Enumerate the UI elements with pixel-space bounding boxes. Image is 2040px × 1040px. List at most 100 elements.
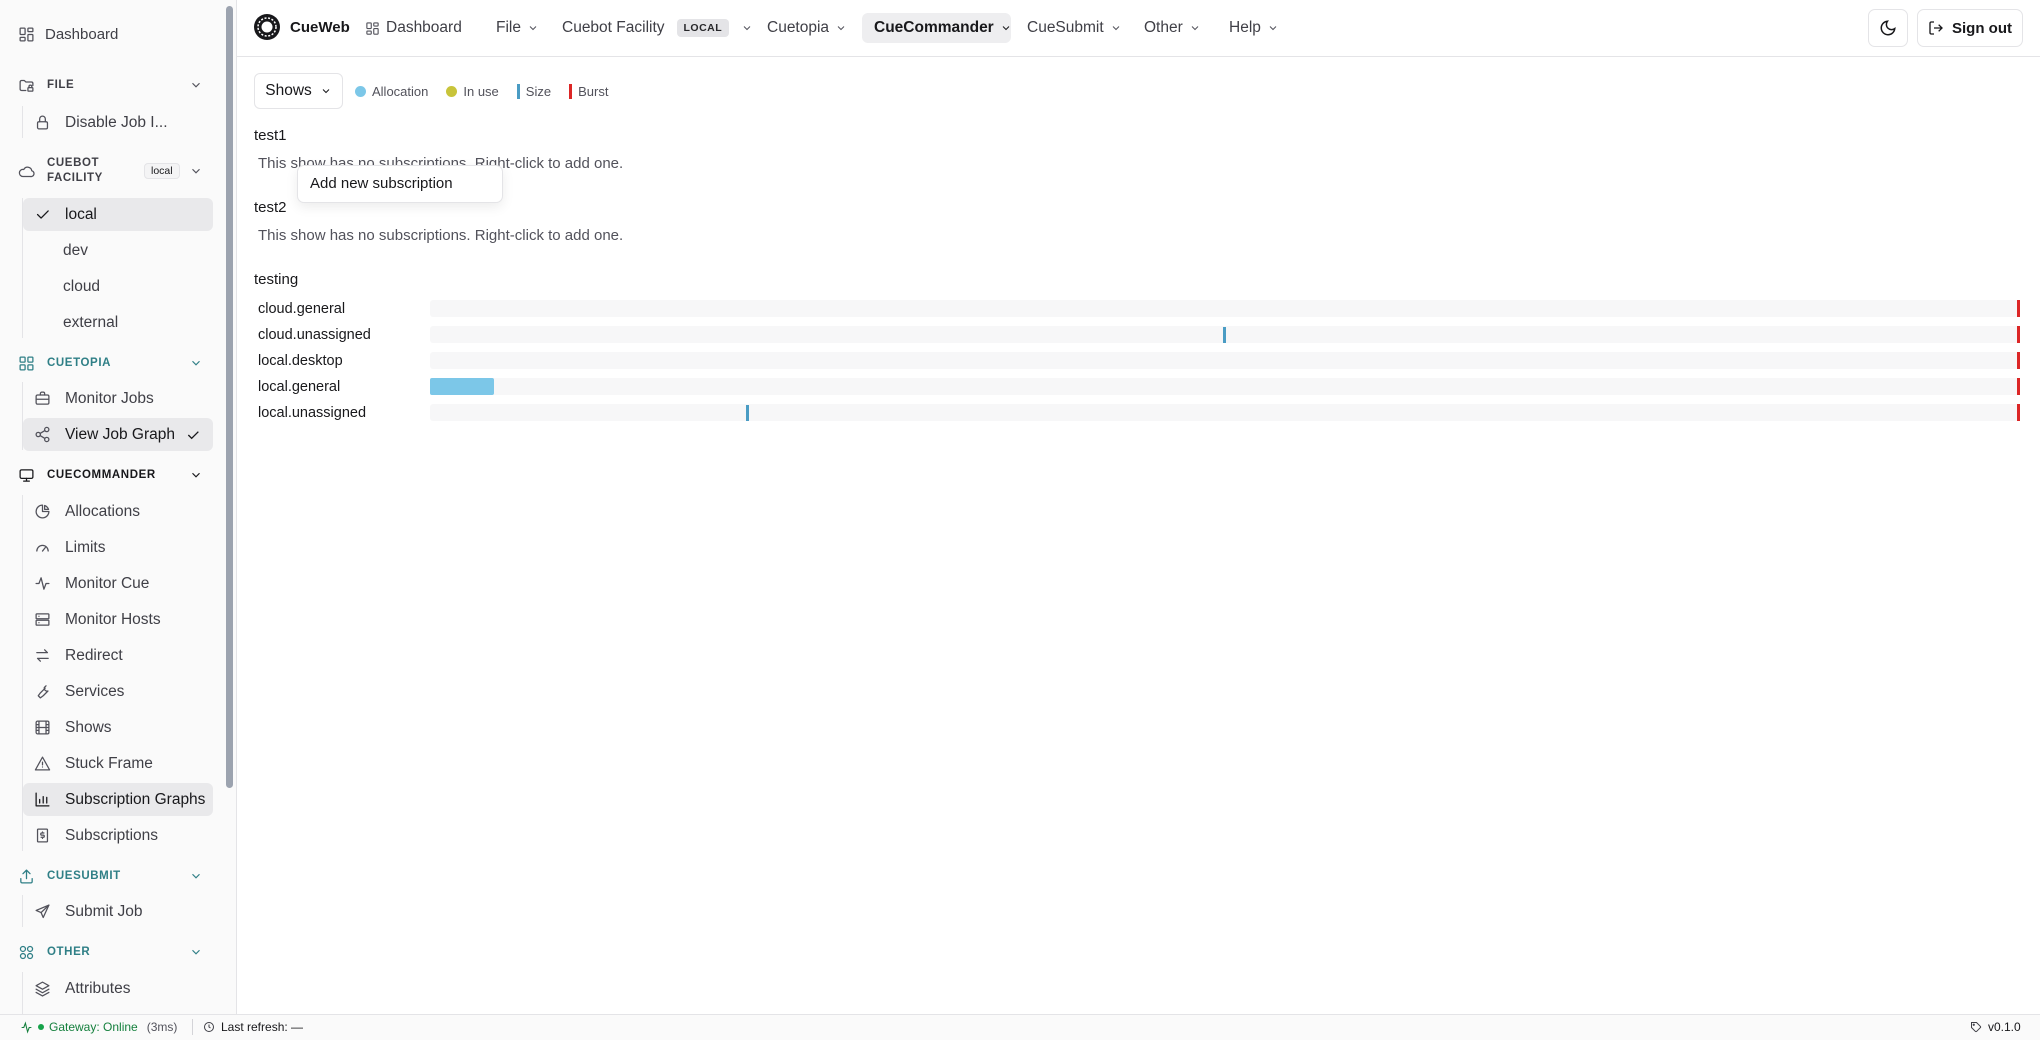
sidebar-item-monitor-cue[interactable]: Monitor Cue — [23, 567, 213, 600]
tag-icon — [1970, 1021, 1982, 1033]
legend-in-use-swatch — [446, 85, 458, 97]
section-cuecommander[interactable]: CUECOMMANDER — [10, 460, 215, 490]
chevron-down-icon — [1110, 22, 1122, 34]
sidebar-dashboard[interactable]: Dashboard — [10, 20, 215, 48]
nav-cuecommander[interactable]: CueCommander — [862, 13, 1011, 43]
sidebar-item-monitor-jobs[interactable]: Monitor Jobs — [23, 382, 213, 415]
legend-in-use-label: In use — [463, 83, 499, 99]
legend-burst-swatch — [569, 83, 573, 99]
subscription-bar[interactable] — [430, 378, 2020, 395]
empty-subscriptions-message[interactable]: This show has no subscriptions. Right-cl… — [258, 227, 623, 244]
sidebar-item-subscriptions[interactable]: Subscriptions — [23, 819, 213, 852]
section-file[interactable]: FILE — [10, 70, 215, 100]
chevron-down-icon — [189, 945, 203, 959]
burst-marker — [2017, 352, 2020, 369]
nav-help[interactable]: Help — [1217, 13, 1291, 43]
sidebar-item-submit-job[interactable]: Submit Job — [23, 895, 213, 928]
section-cuebot-label: CUEBOT FACILITY — [47, 157, 103, 184]
top-header: CueWeb Dashboard File Cuebot Facility LO… — [237, 0, 2040, 57]
sidebar-item-stuck-frame[interactable]: Stuck Frame — [23, 747, 213, 780]
receipt-dollar-icon — [34, 827, 51, 844]
sidebar-item-services[interactable]: Services — [23, 675, 213, 708]
sidebar-item-shows[interactable]: Shows — [23, 711, 213, 744]
layers-icon — [34, 980, 51, 997]
facility-item-external[interactable]: external — [23, 306, 213, 339]
sidebar-item-redirect[interactable]: Redirect — [23, 639, 213, 672]
grid-icon — [18, 355, 35, 372]
subscription-bar[interactable] — [430, 326, 2020, 343]
nav-dashboard[interactable]: Dashboard — [353, 13, 474, 43]
arrows-swap-icon — [34, 647, 51, 664]
sidebar-item-limits[interactable]: Limits — [23, 531, 213, 564]
facility-item-local[interactable]: local — [23, 198, 213, 231]
section-other[interactable]: OTHER — [10, 937, 215, 967]
nav-file[interactable]: File — [484, 13, 551, 43]
sign-out-button[interactable]: Sign out — [1917, 9, 2023, 47]
chevron-down-icon — [189, 78, 203, 92]
nav-cuetopia-label: Cuetopia — [767, 19, 830, 36]
gateway-status-label: Gateway: Online — [49, 1020, 138, 1034]
burst-marker — [2017, 378, 2020, 395]
sidebar-item-attributes[interactable]: Attributes — [23, 972, 213, 1005]
subscription-bar[interactable] — [430, 352, 2020, 369]
sidebar-item-label: Subscriptions — [65, 826, 159, 844]
sidebar-item-monitor-hosts[interactable]: Monitor Hosts — [23, 603, 213, 636]
sidebar-item-subscription-graphs[interactable]: Subscription Graphs — [23, 783, 213, 816]
section-cuebot-facility[interactable]: CUEBOT FACILITY local — [10, 155, 215, 187]
legend-allocation: Allocation — [355, 84, 428, 99]
subscription-label: local.general — [258, 379, 341, 395]
briefcase-icon — [34, 390, 51, 407]
online-dot — [38, 1024, 44, 1030]
theme-toggle-button[interactable] — [1868, 9, 1908, 47]
legend-size-swatch — [516, 83, 520, 99]
sidebar-scrollbar[interactable] — [226, 6, 233, 788]
server-icon — [34, 611, 51, 628]
allocation-fill — [430, 378, 494, 395]
chevron-down-icon — [835, 22, 847, 34]
subscription-bar[interactable] — [430, 404, 2020, 421]
chevron-down-icon — [741, 22, 753, 34]
subscription-bar[interactable] — [430, 300, 2020, 317]
nav-cuebot-facility[interactable]: Cuebot Facility LOCAL — [550, 13, 765, 43]
nav-cuesubmit[interactable]: CueSubmit — [1015, 13, 1134, 43]
gateway-latency: (3ms) — [146, 1020, 178, 1034]
shapes-icon — [18, 944, 35, 961]
shows-dropdown-button[interactable]: Shows — [254, 73, 343, 109]
activity-icon — [34, 575, 51, 592]
sign-out-label: Sign out — [1952, 19, 2012, 37]
burst-marker — [2017, 326, 2020, 343]
burst-marker — [2017, 404, 2020, 421]
chevron-down-icon — [189, 356, 203, 370]
subscription-label: local.unassigned — [258, 405, 367, 421]
add-subscription-menu-item[interactable]: Add new subscription — [310, 175, 453, 192]
activity-icon — [20, 1020, 33, 1034]
size-marker — [746, 405, 749, 421]
section-cuetopia[interactable]: CUETOPIA — [10, 348, 215, 378]
facility-item-dev[interactable]: dev — [23, 234, 213, 267]
size-marker — [1223, 327, 1226, 343]
send-icon — [34, 903, 51, 920]
section-cuecommander-label: CUECOMMANDER — [47, 469, 156, 481]
sidebar-item-label: Shows — [65, 718, 112, 736]
footer-divider — [192, 1019, 193, 1035]
sidebar-item-view-job-graph[interactable]: View Job Graph — [23, 418, 213, 451]
brand-title[interactable]: CueWeb — [290, 19, 350, 36]
nav-cuetopia[interactable]: Cuetopia — [755, 13, 859, 43]
chevron-down-icon — [527, 22, 539, 34]
nav-cuecommander-label: CueCommander — [874, 19, 994, 36]
section-other-label: OTHER — [47, 946, 91, 958]
sidebar-item-label: cloud — [63, 277, 101, 295]
nav-other-label: Other — [1144, 19, 1183, 36]
section-cuesubmit[interactable]: CUESUBMIT — [10, 861, 215, 891]
legend-allocation-swatch — [355, 85, 366, 97]
sidebar-item-disable-job[interactable]: Disable Job I... — [23, 106, 213, 139]
nav-other[interactable]: Other — [1132, 13, 1213, 43]
chevron-down-icon — [189, 869, 203, 883]
sidebar-item-label: Redirect — [65, 646, 123, 664]
legend-in-use: In use — [446, 83, 499, 99]
status-bar: Gateway: Online (3ms) Last refresh: — v0… — [0, 1014, 2040, 1040]
sidebar-item-allocations[interactable]: Allocations — [23, 495, 213, 528]
subscription-label: cloud.general — [258, 301, 346, 317]
facility-item-cloud[interactable]: cloud — [23, 270, 213, 303]
cueweb-logo[interactable] — [253, 13, 281, 41]
